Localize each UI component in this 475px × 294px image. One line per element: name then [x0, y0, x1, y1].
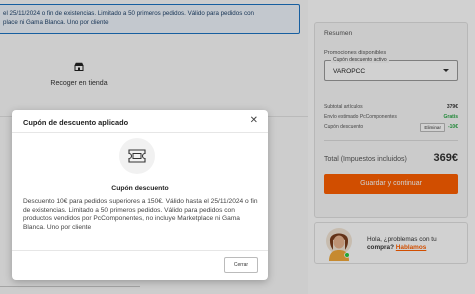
coupon-description: Descuento 10€ para pedidos superiores a …	[23, 198, 258, 232]
close-button[interactable]: Cerrar	[224, 257, 258, 273]
ticket-icon	[128, 149, 146, 163]
ticket-icon-badge	[119, 138, 155, 174]
divider	[12, 132, 268, 133]
close-icon[interactable]: ✕	[250, 116, 258, 126]
dialog-subtitle: Cupón descuento	[111, 185, 169, 192]
coupon-applied-dialog: Cupón de descuento aplicado ✕ Cupón desc…	[12, 110, 268, 280]
dialog-title: Cupón de descuento aplicado	[23, 118, 129, 127]
divider	[12, 250, 268, 251]
